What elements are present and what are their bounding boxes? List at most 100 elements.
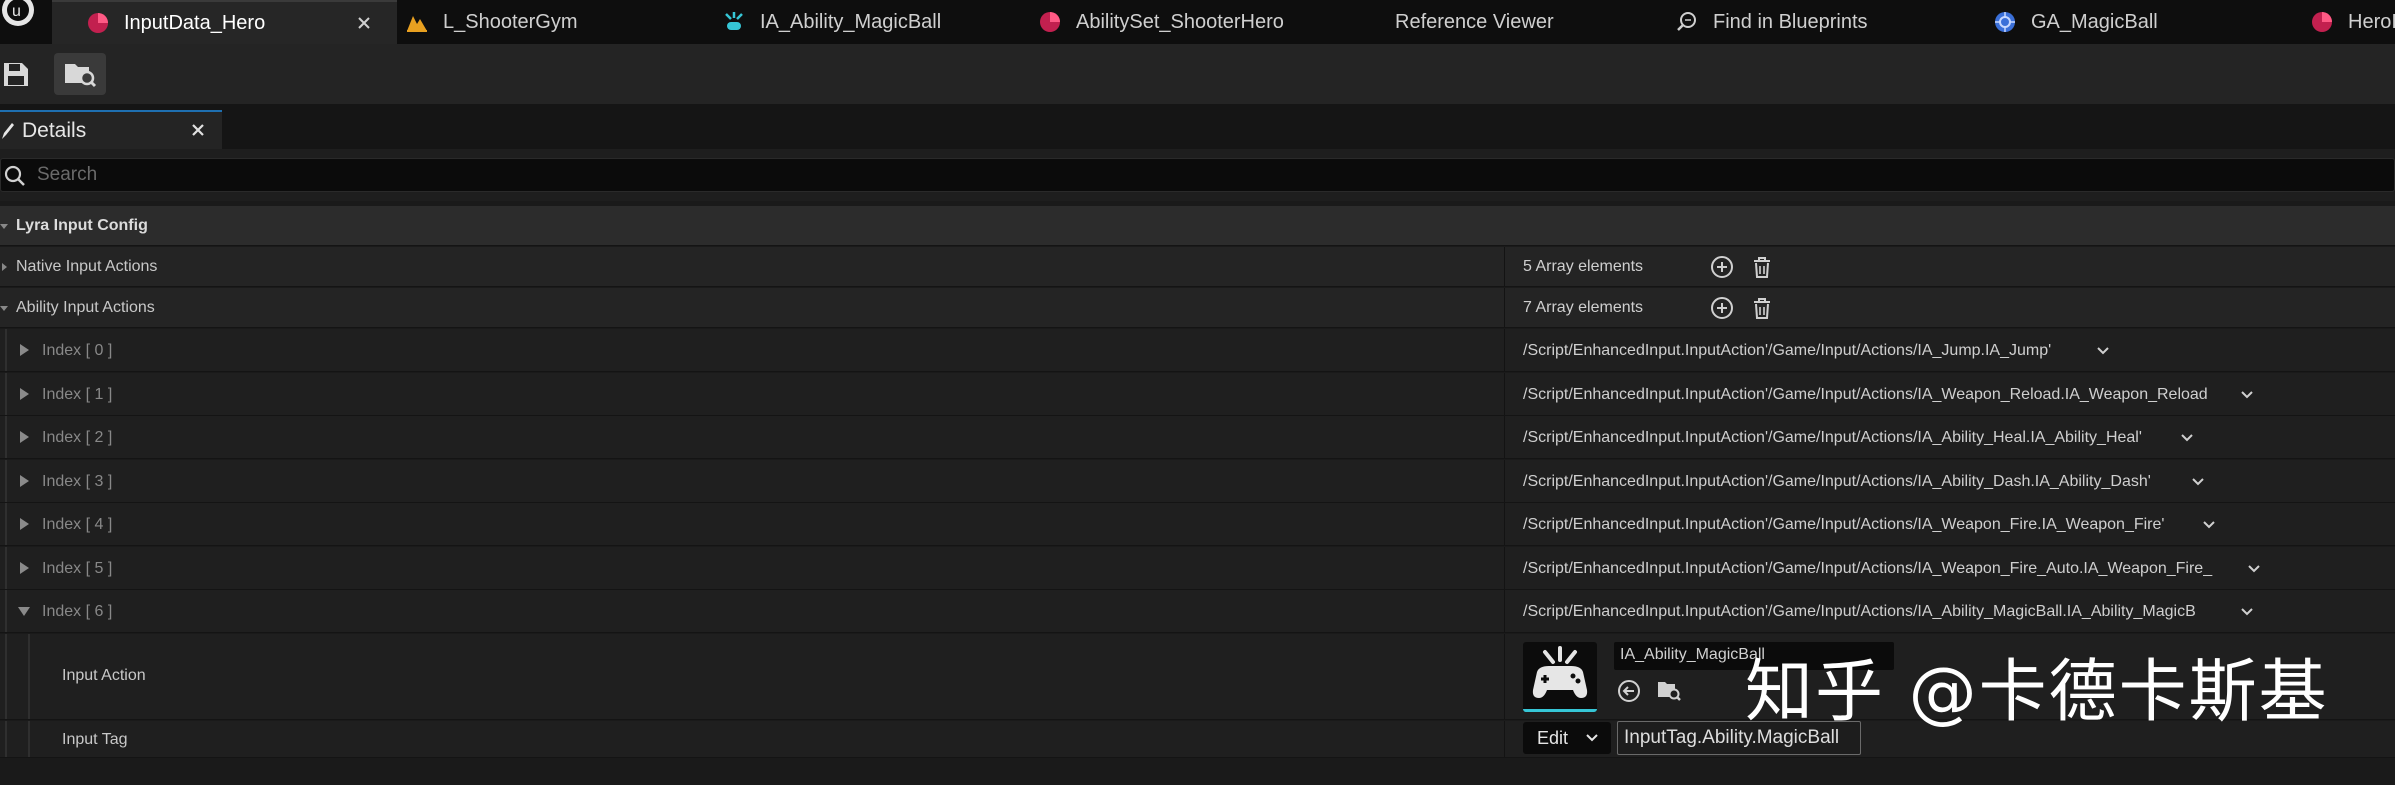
- property-ability-input-actions[interactable]: Ability Input Actions 7 Array elements: [0, 288, 2395, 328]
- add-element-icon[interactable]: [1710, 255, 1734, 279]
- property-label: Input Action: [62, 667, 146, 684]
- gamepad-icon: [1532, 646, 1588, 698]
- trash-icon[interactable]: [1750, 255, 1774, 279]
- nest-guide: [5, 416, 7, 458]
- array-element-6[interactable]: Index [ 6 ] /Script/EnhancedInput.InputA…: [0, 590, 2395, 633]
- expand-arrow-icon[interactable]: [17, 517, 31, 531]
- tab-label: Find in Blueprints: [1713, 10, 1868, 33]
- array-element-4[interactable]: Index [ 4 ] /Script/EnhancedInput.InputA…: [0, 503, 2395, 546]
- tab-ga-magicball[interactable]: GA_MagicBall: [1993, 0, 2233, 44]
- browse-folder-icon[interactable]: [1656, 678, 1682, 704]
- array-element-2[interactable]: Index [ 2 ] /Script/EnhancedInput.InputA…: [0, 416, 2395, 459]
- nest-guide: [5, 373, 7, 415]
- level-icon: [405, 10, 429, 34]
- asset-path: /Script/EnhancedInput.InputAction'/Game/…: [1523, 429, 2142, 446]
- array-element-0[interactable]: Index [ 0 ] /Script/EnhancedInput.InputA…: [0, 329, 2395, 372]
- tab-abilityset-shooterhero[interactable]: AbilitySet_ShooterHero: [1038, 0, 1338, 44]
- nest-guide: [5, 547, 7, 589]
- blueprint-icon: [1993, 10, 2017, 34]
- column-divider[interactable]: [1504, 590, 1505, 632]
- expand-arrow-icon[interactable]: [17, 343, 31, 357]
- tab-l-shootergym[interactable]: L_ShooterGym: [400, 0, 695, 44]
- asset-thumbnail[interactable]: [1523, 642, 1597, 712]
- index-label: Index [ 2 ]: [42, 429, 113, 446]
- chevron-down-icon[interactable]: [2238, 603, 2256, 621]
- chevron-down-icon[interactable]: [2200, 516, 2218, 534]
- tab-ia-ability-magicball[interactable]: IA_Ability_MagicBall: [722, 0, 1022, 44]
- index-label: Index [ 4 ]: [42, 516, 113, 533]
- chevron-down-icon[interactable]: [2189, 473, 2207, 491]
- tab-find-in-blueprints[interactable]: Find in Blueprints: [1675, 0, 1935, 44]
- input-action-icon: [722, 10, 746, 34]
- expand-arrow-icon[interactable]: [17, 430, 31, 444]
- column-divider[interactable]: [1504, 416, 1505, 458]
- trash-icon[interactable]: [1750, 296, 1774, 320]
- column-divider[interactable]: [1504, 721, 1505, 757]
- asset-path: /Script/EnhancedInput.InputAction'/Game/…: [1523, 560, 2213, 577]
- property-native-input-actions[interactable]: Native Input Actions 5 Array elements: [0, 247, 2395, 287]
- tab-hero[interactable]: HeroI: [2310, 0, 2395, 44]
- unreal-logo-icon[interactable]: u: [0, 0, 52, 44]
- expand-arrow-icon[interactable]: [17, 474, 31, 488]
- tab-bar: u InputData_Hero L_ShooterGym IA_Ability…: [0, 0, 2395, 44]
- chevron-down-icon[interactable]: [2245, 560, 2263, 578]
- column-divider[interactable]: [1504, 288, 1505, 327]
- browse-asset-button[interactable]: [54, 53, 106, 95]
- expand-arrow-icon[interactable]: [17, 561, 31, 575]
- column-divider[interactable]: [1504, 373, 1505, 415]
- collapse-arrow-icon[interactable]: [0, 304, 8, 312]
- tab-label: Reference Viewer: [1395, 10, 1554, 33]
- search-input[interactable]: [0, 158, 2395, 192]
- add-element-icon[interactable]: [1710, 296, 1734, 320]
- column-divider[interactable]: [1504, 634, 1505, 719]
- property-label: Ability Input Actions: [16, 299, 155, 316]
- tab-details[interactable]: Details: [0, 110, 222, 149]
- index-label: Index [ 5 ]: [42, 560, 113, 577]
- tab-label: IA_Ability_MagicBall: [760, 10, 942, 33]
- close-icon[interactable]: [353, 12, 375, 34]
- details-tab-label: Details: [22, 118, 87, 142]
- column-divider[interactable]: [1504, 547, 1505, 589]
- chevron-down-icon[interactable]: [2094, 342, 2112, 360]
- index-label: Index [ 6 ]: [42, 603, 113, 620]
- tab-reference-viewer[interactable]: Reference Viewer: [1395, 0, 1645, 44]
- nest-guide: [28, 721, 30, 757]
- svg-text:u: u: [12, 3, 21, 20]
- column-divider[interactable]: [1504, 247, 1505, 286]
- edit-label: Edit: [1537, 727, 1569, 748]
- tab-label: GA_MagicBall: [2031, 10, 2158, 33]
- chevron-down-icon[interactable]: [2238, 386, 2256, 404]
- category-label: Lyra Input Config: [16, 217, 148, 234]
- array-element-1[interactable]: Index [ 1 ] /Script/EnhancedInput.InputA…: [0, 373, 2395, 416]
- asset-path: /Script/EnhancedInput.InputAction'/Game/…: [1523, 386, 2208, 403]
- column-divider[interactable]: [1504, 329, 1505, 371]
- expand-arrow-icon[interactable]: [0, 263, 8, 271]
- nest-guide: [5, 503, 7, 545]
- asset-path: /Script/EnhancedInput.InputAction'/Game/…: [1523, 342, 2052, 359]
- expand-arrow-icon[interactable]: [17, 387, 31, 401]
- close-icon[interactable]: [188, 120, 208, 140]
- chevron-down-icon: [1585, 731, 1599, 745]
- folder-search-icon: [63, 59, 97, 89]
- search-row: [0, 149, 2395, 201]
- column-divider[interactable]: [1504, 503, 1505, 545]
- index-label: Index [ 3 ]: [42, 473, 113, 490]
- toolbar: [0, 44, 2395, 105]
- column-divider[interactable]: [1504, 460, 1505, 502]
- tab-label: L_ShooterGym: [443, 10, 578, 33]
- asset-path: /Script/EnhancedInput.InputAction'/Game/…: [1523, 603, 2196, 620]
- collapse-arrow-icon[interactable]: [17, 604, 31, 618]
- save-button[interactable]: [0, 53, 32, 95]
- data-asset-icon: [86, 11, 110, 35]
- tab-inputdata-hero[interactable]: InputData_Hero: [52, 0, 397, 44]
- chevron-down-icon[interactable]: [2178, 429, 2196, 447]
- array-element-5[interactable]: Index [ 5 ] /Script/EnhancedInput.InputA…: [0, 547, 2395, 590]
- edit-tag-button[interactable]: Edit: [1523, 722, 1611, 754]
- array-count: 7 Array elements: [1523, 299, 1644, 316]
- asset-path: /Script/EnhancedInput.InputAction'/Game/…: [1523, 473, 2151, 490]
- tab-label: InputData_Hero: [124, 11, 266, 34]
- use-selected-icon[interactable]: [1616, 678, 1642, 704]
- nest-guide: [5, 721, 7, 757]
- array-element-3[interactable]: Index [ 3 ] /Script/EnhancedInput.InputA…: [0, 460, 2395, 503]
- category-lyra-input-config[interactable]: Lyra Input Config: [0, 206, 2395, 246]
